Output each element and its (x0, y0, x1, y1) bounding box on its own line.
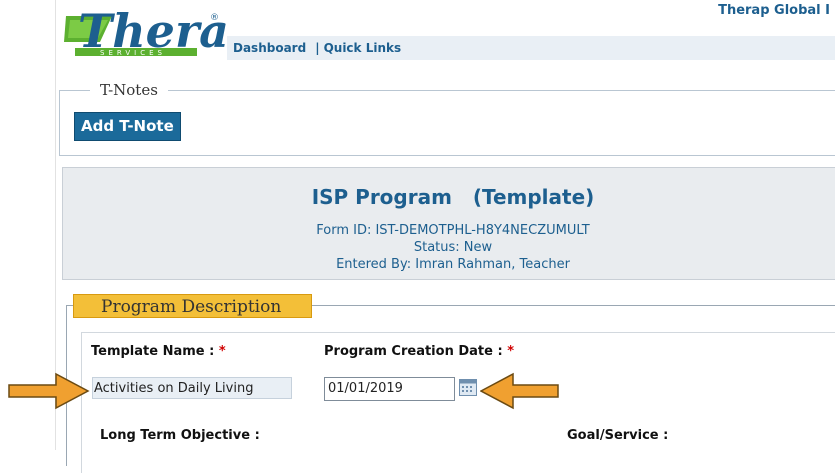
page: Therap SERVICES ® Therap Global I Dashbo… (55, 0, 835, 473)
required-marker: * (507, 344, 515, 359)
template-name-label-text: Template Name : (91, 344, 215, 359)
long-term-objective-label: Long Term Objective : (100, 428, 260, 443)
nav-quick-links-link[interactable]: Quick Links (324, 41, 402, 55)
nav-dashboard-link[interactable]: Dashboard (233, 41, 306, 55)
add-tnote-button[interactable]: Add T-Note (74, 112, 181, 141)
header: Therap SERVICES ® Therap Global I Dashbo… (56, 0, 835, 62)
form-entered-by: Entered By: Imran Rahman, Teacher (336, 257, 570, 272)
calendar-icon[interactable] (459, 379, 477, 396)
tnotes-legend: T-Notes (90, 81, 168, 99)
creation-date-input[interactable]: 01/01/2019 (324, 377, 455, 401)
program-description-legend: Program Description (73, 294, 312, 318)
organization-name: Therap Global I (718, 3, 830, 18)
creation-date-label-text: Program Creation Date : (324, 344, 503, 359)
template-name-input[interactable]: Activities on Daily Living (92, 377, 292, 399)
arrow-pointer-icon (480, 372, 559, 410)
nav-separator: | (315, 41, 320, 55)
creation-date-label: Program Creation Date : * (324, 344, 514, 359)
therap-logo[interactable]: Therap SERVICES ® (60, 2, 230, 58)
template-name-label: Template Name : * (91, 344, 226, 359)
form-status: Status: New (413, 240, 493, 255)
form-header: ISP Program (Template) Form ID: IST-DEMO… (62, 167, 835, 280)
form-title: ISP Program (Template) (311, 185, 595, 209)
arrow-pointer-icon (8, 372, 90, 410)
svg-text:®: ® (210, 13, 219, 23)
top-nav: Dashboard | Quick Links (227, 36, 835, 60)
logo-subtext: SERVICES (100, 49, 166, 57)
required-marker: * (218, 344, 226, 359)
goal-service-label: Goal/Service : (567, 428, 669, 443)
tnotes-section: T-Notes Add T-Note (59, 81, 835, 156)
form-id: Form ID: IST-DEMOTPHL-H8Y4NECZUMULT (316, 223, 590, 238)
